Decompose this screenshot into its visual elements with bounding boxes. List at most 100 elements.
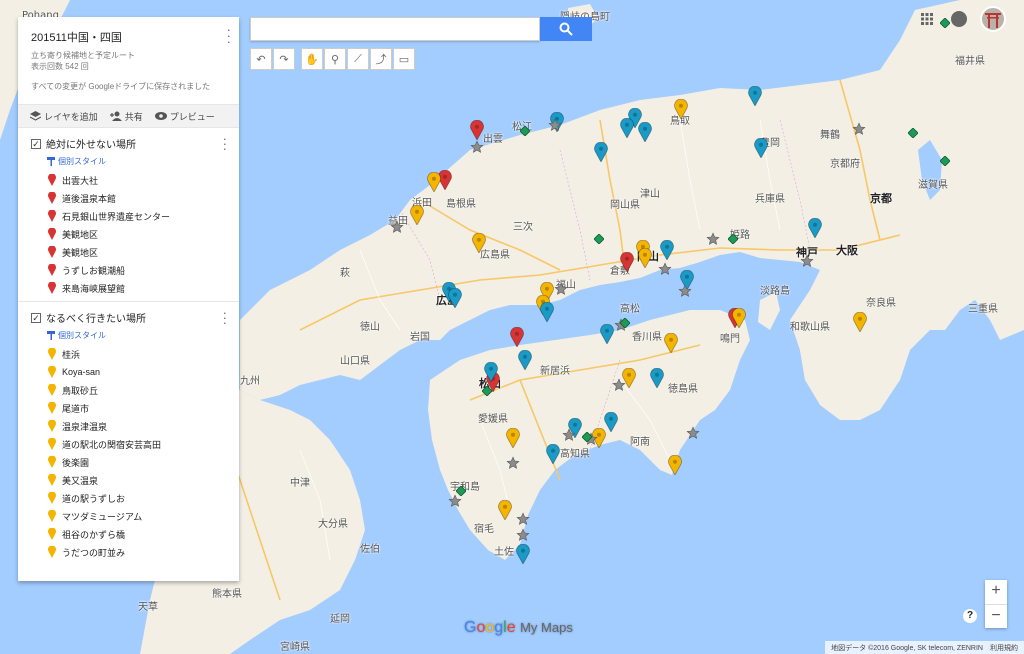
- map-marker[interactable]: [638, 122, 652, 142]
- map-marker[interactable]: [808, 218, 822, 238]
- map-marker[interactable]: [448, 288, 462, 308]
- place-list-item[interactable]: 来島海峡展望館: [31, 279, 229, 297]
- redo-button[interactable]: ↷: [273, 48, 295, 70]
- map-marker[interactable]: [604, 412, 618, 432]
- layer-options-icon[interactable]: · · ·: [223, 306, 227, 329]
- star-marker[interactable]: [800, 254, 814, 268]
- star-marker[interactable]: [612, 378, 626, 392]
- diamond-marker[interactable]: [582, 432, 592, 442]
- map-marker[interactable]: [668, 455, 682, 475]
- share-button[interactable]: 共有: [109, 110, 143, 123]
- place-list-item[interactable]: 後楽園: [31, 453, 229, 471]
- diamond-marker[interactable]: [908, 128, 918, 138]
- place-list-item[interactable]: 桂浜: [31, 345, 229, 363]
- map-marker[interactable]: [638, 248, 652, 268]
- help-button[interactable]: ?: [963, 609, 977, 623]
- star-marker[interactable]: [554, 282, 568, 296]
- diamond-marker[interactable]: [728, 234, 738, 244]
- undo-button[interactable]: ↶: [250, 48, 272, 70]
- zoom-in-button[interactable]: +: [985, 580, 1007, 604]
- map-marker[interactable]: [594, 142, 608, 162]
- star-marker[interactable]: [852, 122, 866, 136]
- place-list-item[interactable]: 美観地区: [31, 225, 229, 243]
- map-marker[interactable]: [472, 233, 486, 253]
- place-list-item[interactable]: 温泉津温泉: [31, 417, 229, 435]
- star-marker[interactable]: [516, 512, 530, 526]
- map-marker[interactable]: [540, 302, 554, 322]
- place-list-item[interactable]: 祖谷のかずら橋: [31, 525, 229, 543]
- diamond-marker[interactable]: [940, 18, 950, 28]
- diamond-marker[interactable]: [940, 156, 950, 166]
- zoom-out-button[interactable]: −: [985, 604, 1007, 628]
- map-marker[interactable]: [660, 240, 674, 260]
- map-marker[interactable]: [506, 428, 520, 448]
- map-marker[interactable]: [853, 312, 867, 332]
- style-link[interactable]: 個別スタイル: [47, 156, 229, 167]
- search-input[interactable]: [250, 17, 540, 41]
- star-marker[interactable]: [678, 284, 692, 298]
- more-options-icon[interactable]: · · ·: [227, 23, 231, 48]
- layer-title[interactable]: なるべく行きたい場所: [46, 310, 146, 325]
- map-marker[interactable]: [600, 324, 614, 344]
- layer-options-icon[interactable]: · · ·: [223, 132, 227, 155]
- place-list-item[interactable]: 出雲大社: [31, 171, 229, 189]
- place-list-item[interactable]: 尾道市: [31, 399, 229, 417]
- star-marker[interactable]: [390, 220, 404, 234]
- star-marker[interactable]: [658, 262, 672, 276]
- preview-button[interactable]: プレビュー: [154, 110, 215, 123]
- map-marker[interactable]: [427, 172, 441, 192]
- place-list-item[interactable]: うだつの町並み: [31, 543, 229, 561]
- add-layer-button[interactable]: レイヤを追加: [30, 110, 98, 123]
- star-marker[interactable]: [562, 428, 576, 442]
- star-marker[interactable]: [516, 528, 530, 542]
- map-marker[interactable]: [674, 99, 688, 119]
- place-list-item[interactable]: 道後温泉本館: [31, 189, 229, 207]
- map-marker[interactable]: [510, 327, 524, 347]
- map-description[interactable]: 立ち寄り候補地と予定ルート: [31, 50, 229, 61]
- place-list-item[interactable]: 美又温泉: [31, 471, 229, 489]
- star-marker[interactable]: [548, 118, 562, 132]
- add-marker-button[interactable]: ⚲: [324, 48, 346, 70]
- map-marker[interactable]: [516, 544, 530, 564]
- star-marker[interactable]: [448, 494, 462, 508]
- diamond-marker[interactable]: [456, 486, 466, 496]
- search-button[interactable]: [540, 17, 592, 41]
- diamond-marker[interactable]: [520, 126, 530, 136]
- measure-button[interactable]: ▭: [393, 48, 415, 70]
- star-marker[interactable]: [706, 232, 720, 246]
- notifications-icon[interactable]: [951, 11, 967, 27]
- draw-line-button[interactable]: ⟋: [347, 48, 369, 70]
- map-marker[interactable]: [518, 350, 532, 370]
- map-marker[interactable]: [664, 333, 678, 353]
- layer-checkbox[interactable]: ✓: [31, 138, 41, 149]
- map-title[interactable]: 201511中国・四国: [31, 29, 229, 45]
- place-list-item[interactable]: うずしお観潮船: [31, 261, 229, 279]
- star-marker[interactable]: [686, 426, 700, 440]
- place-list-item[interactable]: 石見銀山世界遺産センター: [31, 207, 229, 225]
- place-list-item[interactable]: 鳥取砂丘: [31, 381, 229, 399]
- avatar[interactable]: [980, 6, 1006, 32]
- map-marker[interactable]: [546, 444, 560, 464]
- map-marker[interactable]: [484, 362, 498, 382]
- place-list-item[interactable]: Koya-san: [31, 363, 229, 381]
- directions-button[interactable]: ⤴: [370, 48, 392, 70]
- map-marker[interactable]: [620, 252, 634, 272]
- place-list-item[interactable]: マツダミュージアム: [31, 507, 229, 525]
- style-link[interactable]: 個別スタイル: [47, 330, 229, 341]
- place-list-item[interactable]: 道の駅うずしお: [31, 489, 229, 507]
- map-marker[interactable]: [754, 138, 768, 158]
- map-attribution[interactable]: 地図データ ©2016 Google, SK telecom, ZENRIN 利…: [825, 641, 1024, 654]
- diamond-marker[interactable]: [482, 386, 492, 396]
- hand-tool-button[interactable]: ✋: [301, 48, 323, 70]
- star-marker[interactable]: [506, 456, 520, 470]
- map-marker[interactable]: [410, 205, 424, 225]
- map-marker[interactable]: [498, 500, 512, 520]
- map-marker[interactable]: [732, 308, 746, 328]
- map-marker[interactable]: [470, 120, 484, 140]
- diamond-marker[interactable]: [594, 234, 604, 244]
- layer-checkbox[interactable]: ✓: [31, 312, 41, 323]
- place-list-item[interactable]: 道の駅北の関宿安芸高田: [31, 435, 229, 453]
- layer-title[interactable]: 絶対に外せない場所: [46, 136, 136, 151]
- map-marker[interactable]: [650, 368, 664, 388]
- diamond-marker[interactable]: [620, 318, 630, 328]
